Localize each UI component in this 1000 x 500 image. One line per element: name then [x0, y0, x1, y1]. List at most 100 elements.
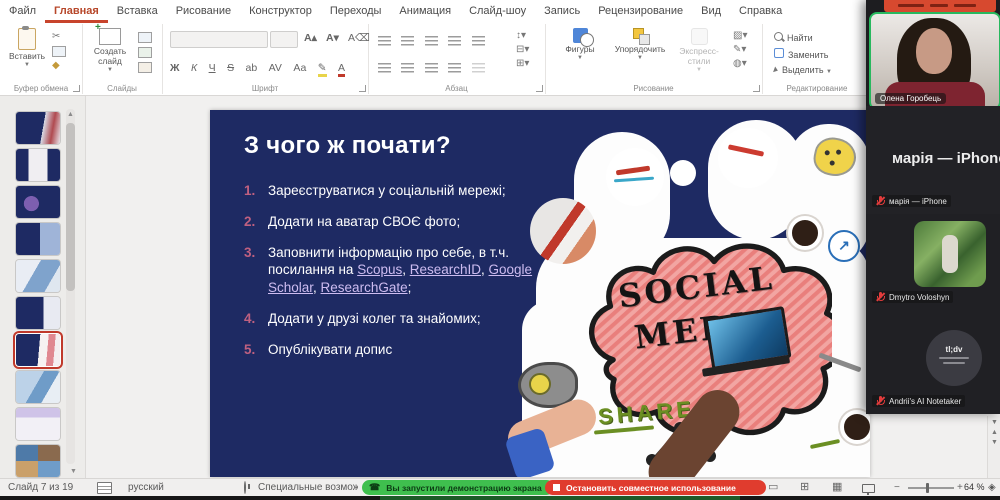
- highlight-color-icon[interactable]: ✎: [318, 62, 327, 77]
- fit-to-window-icon[interactable]: ◈: [988, 482, 996, 493]
- slide-canvas[interactable]: З чого ж почати? 1. Зареєструватися у со…: [210, 110, 870, 477]
- participant-video-dmytro[interactable]: Dmytro Voloshyn: [866, 214, 1000, 311]
- notes-icon[interactable]: [97, 482, 112, 494]
- accessibility-status[interactable]: Специальные возможности: [258, 482, 358, 493]
- slide-thumbnail-1[interactable]: [16, 112, 60, 144]
- drawing-dialog-launcher[interactable]: [753, 85, 760, 92]
- zoom-in-button[interactable]: +: [957, 482, 963, 493]
- participant-video-olena[interactable]: Олена Горобець: [869, 12, 1000, 110]
- meeting-alert-bar[interactable]: [884, 0, 996, 12]
- underline-button[interactable]: Ч: [209, 62, 216, 74]
- tab-review[interactable]: Рецензирование: [589, 0, 692, 20]
- next-slide-icon[interactable]: ▼: [988, 439, 1000, 446]
- increase-indent-icon[interactable]: [448, 36, 461, 46]
- columns-icon[interactable]: [472, 63, 485, 73]
- slide-scrollbar[interactable]: ▼ ▲ ▼: [987, 416, 1000, 478]
- normal-view-button[interactable]: ▭: [768, 482, 778, 493]
- tab-transitions[interactable]: Переходы: [321, 0, 391, 20]
- tab-file[interactable]: Файл: [0, 0, 45, 20]
- slide-thumbnail-5[interactable]: [16, 260, 60, 292]
- paste-button[interactable]: Вставить ▼: [8, 28, 46, 69]
- text-direction-icon[interactable]: ↕▾: [516, 31, 529, 41]
- tab-draw[interactable]: Рисование: [167, 0, 240, 20]
- slide-layout-icon[interactable]: [138, 32, 152, 43]
- stop-share-button[interactable]: Остановить совместное использование: [545, 480, 766, 495]
- font-dialog-launcher[interactable]: [359, 85, 366, 92]
- strikethrough-button[interactable]: S: [227, 62, 234, 74]
- tab-record[interactable]: Запись: [535, 0, 589, 20]
- arrange-button[interactable]: Упорядочить ▼: [611, 28, 669, 62]
- select-button[interactable]: Выделить ▼: [774, 65, 832, 75]
- quick-styles-button[interactable]: Экспресс-стили ▼: [673, 28, 725, 73]
- tab-help[interactable]: Справка: [730, 0, 791, 20]
- align-text-icon[interactable]: ⊟▾: [516, 45, 529, 55]
- justify-icon[interactable]: [448, 63, 461, 73]
- italic-button[interactable]: К: [191, 62, 197, 74]
- slide-thumbnail-4[interactable]: [16, 223, 60, 255]
- language-indicator[interactable]: русский: [128, 482, 164, 493]
- scroll-up-icon[interactable]: ▲: [67, 111, 74, 118]
- smartart-icon[interactable]: ⊞▾: [516, 59, 529, 69]
- scroll-down-icon[interactable]: ▼: [70, 468, 77, 475]
- slide-thumbnail-2[interactable]: [16, 149, 60, 181]
- slide-sorter-view-button[interactable]: ⊞: [800, 482, 809, 493]
- slide-thumbnail-9[interactable]: [16, 408, 60, 440]
- shape-fill-icon[interactable]: ▨▾: [733, 31, 747, 41]
- participant-tile-mariia[interactable]: марія — iPhone марія — iPhone: [866, 106, 1000, 215]
- link-researchid[interactable]: ResearchID: [410, 262, 481, 277]
- slide-thumbnail-3[interactable]: [16, 186, 60, 218]
- section-icon[interactable]: [138, 62, 152, 73]
- numbering-icon[interactable]: [401, 36, 414, 46]
- shape-outline-icon[interactable]: ✎▾: [733, 45, 747, 55]
- participant-tile-notetaker[interactable]: tl;dv Andrii's AI Notetaker: [866, 310, 1000, 414]
- link-scopus[interactable]: Scopus: [357, 262, 402, 277]
- reset-slide-icon[interactable]: [138, 47, 152, 58]
- new-slide-button[interactable]: Создать слайд ▼: [88, 28, 132, 73]
- slide-thumbnail-7-selected[interactable]: [16, 334, 60, 366]
- clear-formatting-icon[interactable]: А⌫: [348, 32, 370, 44]
- cut-icon[interactable]: ✂: [52, 32, 66, 42]
- align-right-icon[interactable]: [425, 63, 438, 73]
- tab-slideshow[interactable]: Слайд-шоу: [460, 0, 535, 20]
- bullets-icon[interactable]: [378, 36, 391, 46]
- font-size-input[interactable]: [270, 31, 298, 48]
- bold-button[interactable]: Ж: [170, 62, 180, 74]
- tab-view[interactable]: Вид: [692, 0, 730, 20]
- zoom-out-button[interactable]: −: [894, 482, 900, 493]
- tab-design[interactable]: Конструктор: [240, 0, 321, 20]
- tab-home[interactable]: Главная: [45, 0, 108, 23]
- slide-thumbnail-10[interactable]: [16, 445, 60, 477]
- copy-icon[interactable]: [52, 46, 66, 57]
- character-spacing-icon[interactable]: AV: [269, 62, 282, 74]
- replace-button[interactable]: Заменить: [774, 48, 832, 60]
- paragraph-dialog-launcher[interactable]: [536, 85, 543, 92]
- screen-share-toast[interactable]: ☎ Вы запустили демонстрацию экрана ✔: [362, 480, 554, 495]
- text-shadow-button[interactable]: ab: [246, 62, 258, 74]
- font-color-icon[interactable]: А: [338, 62, 345, 77]
- slideshow-view-button[interactable]: [862, 484, 875, 493]
- font-name-input[interactable]: [170, 31, 268, 48]
- find-button[interactable]: Найти: [774, 32, 832, 43]
- increase-font-icon[interactable]: А▴: [304, 32, 317, 44]
- previous-slide-icon[interactable]: ▲: [988, 429, 1000, 436]
- thumbnails-scrollbar[interactable]: ▲: [66, 109, 75, 464]
- align-center-icon[interactable]: [401, 63, 414, 73]
- reading-view-button[interactable]: ▦: [832, 482, 842, 493]
- shape-effects-icon[interactable]: ◍▾: [733, 59, 747, 69]
- decrease-font-icon[interactable]: А▾: [326, 32, 339, 44]
- slide-body-textbox[interactable]: 1. Зареєструватися у соціальній мережі; …: [244, 182, 546, 372]
- clipboard-dialog-launcher[interactable]: [73, 85, 80, 92]
- slide-thumbnail-8[interactable]: [16, 371, 60, 403]
- scroll-down-icon[interactable]: ▼: [988, 419, 1000, 426]
- tab-animations[interactable]: Анимация: [390, 0, 460, 20]
- change-case-icon[interactable]: Аа: [293, 62, 306, 74]
- zoom-slider[interactable]: [908, 487, 954, 489]
- format-painter-icon[interactable]: ◆: [52, 61, 66, 71]
- tab-insert[interactable]: Вставка: [108, 0, 167, 20]
- slide-title[interactable]: З чого ж почати?: [244, 132, 451, 160]
- align-left-icon[interactable]: [378, 63, 391, 73]
- line-spacing-icon[interactable]: [472, 36, 485, 46]
- decrease-indent-icon[interactable]: [425, 36, 438, 46]
- thumbnails-scrollbar-thumb[interactable]: [66, 123, 75, 291]
- zoom-slider-thumb[interactable]: [926, 483, 929, 493]
